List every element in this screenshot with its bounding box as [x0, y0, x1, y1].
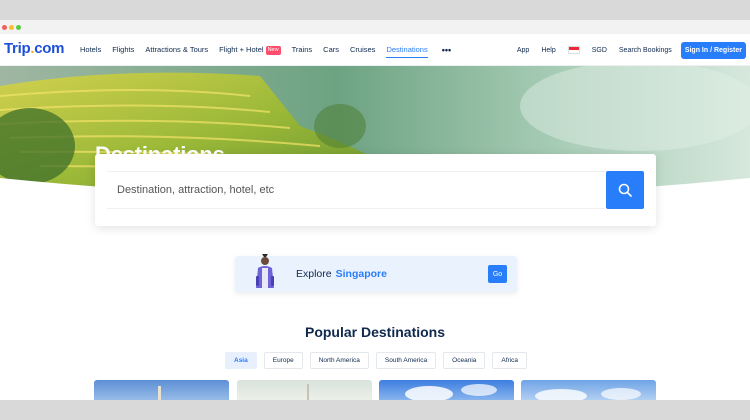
- search-bookings-link[interactable]: Search Bookings: [619, 47, 672, 54]
- tab-asia[interactable]: Asia: [225, 352, 257, 369]
- help-link[interactable]: Help: [541, 47, 555, 54]
- singapore-flag-icon[interactable]: [567, 46, 580, 54]
- search-card: [95, 154, 656, 226]
- nav-item-cruises[interactable]: Cruises: [350, 34, 375, 66]
- nav-item-destinations[interactable]: Destinations: [386, 34, 429, 66]
- explore-city-card[interactable]: Explore Singapore Go: [235, 254, 517, 292]
- destination-card[interactable]: [237, 380, 372, 400]
- nav-item-hotels[interactable]: Hotels: [80, 34, 101, 66]
- explore-city-name: Singapore: [335, 268, 387, 280]
- top-header: Trip.com Hotels Flights Attractions & To…: [0, 34, 750, 66]
- tab-europe[interactable]: Europe: [263, 352, 303, 369]
- browser-chrome: [0, 20, 750, 34]
- traveler-illustration: [256, 254, 274, 288]
- nav-item-trains[interactable]: Trains: [292, 34, 313, 66]
- go-button[interactable]: Go: [488, 265, 507, 283]
- search-icon: [618, 183, 632, 197]
- more-icon[interactable]: •••: [442, 45, 451, 55]
- currency-selector[interactable]: SGD: [592, 47, 607, 54]
- destination-search-input[interactable]: [107, 171, 605, 209]
- nav-item-flight-hotel[interactable]: Flight + Hotel New: [219, 34, 281, 66]
- tab-north-america[interactable]: North America: [309, 352, 369, 369]
- window-maximize-button[interactable]: [16, 25, 21, 30]
- page: Trip.com Hotels Flights Attractions & To…: [0, 34, 750, 400]
- window-close-button[interactable]: [2, 25, 7, 30]
- destination-card[interactable]: [521, 380, 656, 400]
- trip-logo[interactable]: Trip.com: [4, 40, 64, 57]
- new-badge: New: [265, 46, 281, 55]
- main-nav: Hotels Flights Attractions & Tours Fligh…: [80, 34, 451, 66]
- nav-item-cars[interactable]: Cars: [323, 34, 339, 66]
- tab-oceania[interactable]: Oceania: [443, 352, 486, 369]
- window-minimize-button[interactable]: [9, 25, 14, 30]
- popular-destinations-heading: Popular Destinations: [304, 324, 446, 340]
- tab-africa[interactable]: Africa: [492, 352, 528, 369]
- destination-card[interactable]: [379, 380, 514, 400]
- nav-item-flights[interactable]: Flights: [112, 34, 134, 66]
- destination-card[interactable]: [94, 380, 229, 400]
- sign-in-register-button[interactable]: Sign In / Register: [680, 41, 746, 59]
- app-link[interactable]: App: [517, 47, 529, 54]
- explore-text: Explore Singapore: [296, 268, 387, 280]
- nav-item-attractions-tours[interactable]: Attractions & Tours: [145, 34, 208, 66]
- search-button[interactable]: [606, 171, 644, 209]
- region-tabs: Asia Europe North America South America …: [225, 352, 534, 369]
- tab-south-america[interactable]: South America: [375, 352, 437, 369]
- screen-bottom-bar: [0, 400, 750, 420]
- header-right: App Help SGD Search Bookings Sign In / R…: [505, 34, 746, 66]
